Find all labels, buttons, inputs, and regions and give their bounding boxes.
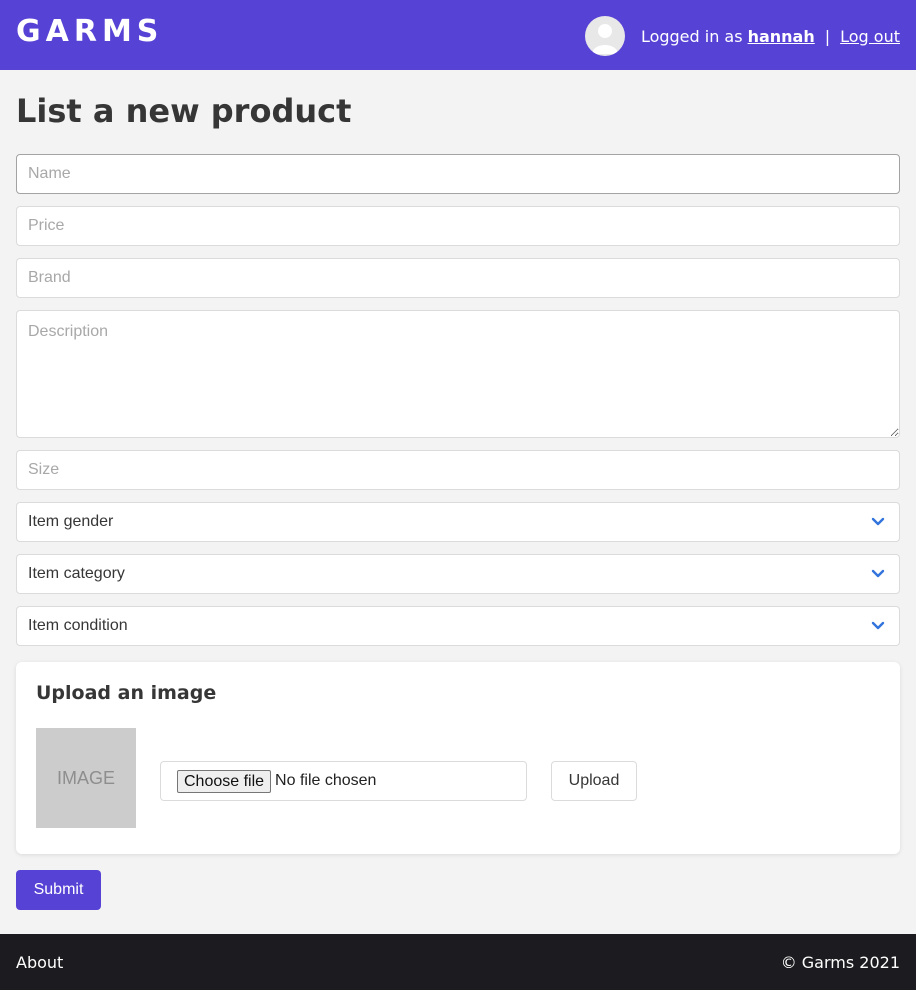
name-input[interactable] <box>16 154 900 194</box>
description-textarea[interactable] <box>16 310 900 438</box>
copyright-text: © Garms 2021 <box>780 952 900 972</box>
size-input[interactable] <box>16 450 900 490</box>
condition-select[interactable]: Item condition <box>16 606 900 646</box>
image-placeholder-label: IMAGE <box>56 767 115 788</box>
logo[interactable]: GARMS <box>16 17 163 47</box>
avatar[interactable] <box>584 16 625 56</box>
gender-select[interactable]: Item gender <box>16 502 900 542</box>
upload-card: Upload an image IMAGE Choose file No fil… <box>16 662 900 854</box>
upload-card-title: Upload an image <box>36 682 217 704</box>
chevron-down-icon <box>871 621 885 630</box>
category-select-value: Item category <box>28 565 125 582</box>
choose-file-button[interactable]: Choose file <box>177 769 272 793</box>
file-input[interactable]: Choose file No file chosen <box>160 761 527 801</box>
chevron-down-icon <box>871 569 885 578</box>
brand-input[interactable] <box>16 258 900 298</box>
logged-in-label: Logged in as <box>640 26 743 46</box>
price-input[interactable] <box>16 206 900 246</box>
logout-link[interactable]: Log out <box>840 27 900 46</box>
avatar-user-icon <box>591 24 618 54</box>
condition-select-value: Item condition <box>28 617 128 634</box>
nav-separator: | <box>824 26 831 46</box>
user-menu: Logged in as hannah | Log out <box>584 16 900 56</box>
page-title: List a new product <box>16 92 352 130</box>
username-link[interactable]: hannah <box>748 27 815 46</box>
category-select[interactable]: Item category <box>16 554 900 594</box>
gender-select-value: Item gender <box>28 513 114 530</box>
submit-button[interactable]: Submit <box>16 870 101 910</box>
footer: About © Garms 2021 <box>0 934 916 990</box>
navbar: GARMS Logged in as hannah | Log out <box>0 0 916 70</box>
file-status-text: No file chosen <box>275 772 377 789</box>
upload-button[interactable]: Upload <box>551 761 637 801</box>
chevron-down-icon <box>871 517 885 526</box>
about-link[interactable]: About <box>16 953 63 972</box>
image-preview: IMAGE <box>36 728 136 828</box>
